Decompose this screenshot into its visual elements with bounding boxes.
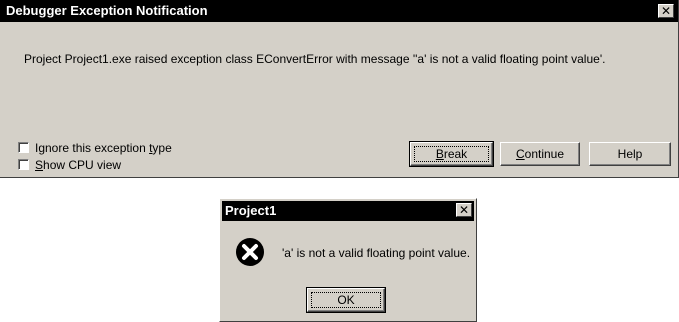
ok-button[interactable]: OK: [306, 287, 386, 313]
break-button[interactable]: Break: [409, 141, 494, 167]
debugger-exception-dialog: Debugger Exception Notification ✕ Projec…: [0, 0, 679, 178]
ignore-exception-label: Ignore this exception type: [35, 141, 172, 155]
dialog-titlebar[interactable]: Debugger Exception Notification ✕: [0, 0, 678, 22]
show-cpu-view-checkbox-row[interactable]: Show CPU view: [18, 158, 121, 174]
message-box-title: Project1: [225, 203, 277, 218]
error-message-box: Project1 ✕ 'a' is not a valid floating p…: [219, 198, 477, 322]
ignore-exception-checkbox[interactable]: [18, 142, 29, 154]
show-cpu-view-label: Show CPU view: [35, 158, 122, 172]
message-box-titlebar[interactable]: Project1 ✕: [222, 201, 474, 221]
ignore-exception-checkbox-row[interactable]: Ignore this exception type: [18, 141, 172, 157]
close-button[interactable]: ✕: [658, 4, 674, 18]
error-icon: [234, 236, 266, 268]
message-box-text: 'a' is not a valid floating point value.: [282, 246, 471, 260]
dialog-title: Debugger Exception Notification: [6, 3, 208, 18]
close-icon: ✕: [660, 4, 672, 18]
message-box-close-button[interactable]: ✕: [456, 203, 472, 217]
help-button[interactable]: Help: [589, 142, 671, 166]
exception-message: Project Project1.exe raised exception cl…: [24, 52, 606, 66]
continue-button[interactable]: Continue: [500, 142, 580, 166]
close-icon: ✕: [458, 203, 470, 217]
show-cpu-view-checkbox[interactable]: [18, 159, 29, 171]
